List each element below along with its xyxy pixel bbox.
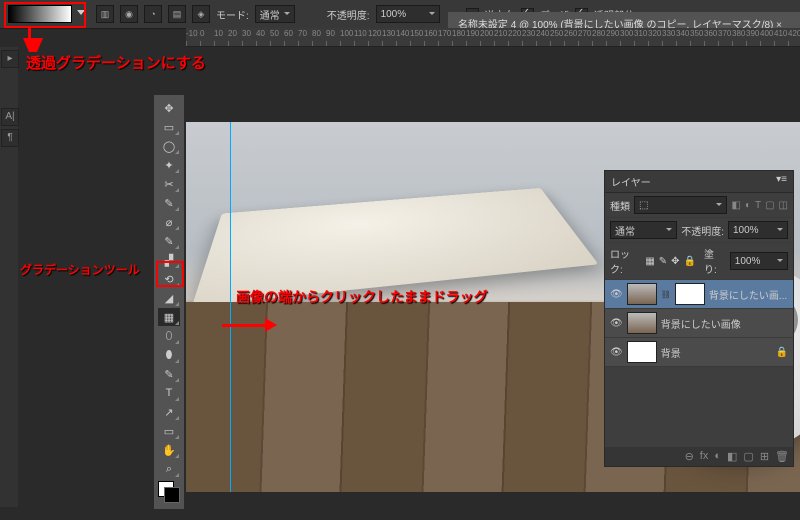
history-brush-tool-icon[interactable]: ⟲ [158,270,180,288]
filter-kind-select[interactable]: ⬚ [634,196,727,214]
color-swatches[interactable] [158,481,180,503]
guide-line[interactable] [230,122,231,492]
visibility-icon[interactable]: 👁 [610,347,623,358]
healing-tool-icon[interactable]: ⌀ [158,213,180,231]
annotation-text-left: グラデーションツール [20,261,140,278]
annotation-arrow-down [23,38,43,52]
mode-label: モード: [216,7,249,22]
lock-all-icon[interactable]: 🔒 [684,256,696,267]
opacity-label: 不透明度: [327,7,370,22]
linear-gradient-icon[interactable]: ▥ [96,5,114,23]
lock-label: ロック: [610,246,641,276]
filter-type-icon[interactable]: T [755,200,761,211]
marquee-tool-icon[interactable]: ▭ [158,118,180,136]
fill-label: 塗り: [704,246,726,276]
visibility-icon[interactable]: 👁 [610,289,623,300]
layer-row[interactable]: 👁 背景にしたい画像 [605,309,793,338]
layers-empty-area [605,367,793,447]
shape-tool-icon[interactable]: ▭ [158,422,180,440]
paragraph-panel-icon[interactable]: ¶ [1,129,19,147]
filter-kind-label: 種類 [610,198,630,213]
lock-trans-icon[interactable]: ▦ [645,256,654,267]
lock-pos-icon[interactable]: ✥ [671,256,679,267]
filter-shape-icon[interactable]: ▢ [765,200,774,211]
add-mask-icon[interactable]: ◐ [714,450,721,463]
blend-mode-select[interactable]: 通常 [610,221,677,239]
lock-icon: 🔒 [776,347,788,358]
layer-row[interactable]: 👁 背景 🔒 [605,338,793,367]
crop-tool-icon[interactable]: ✂ [158,175,180,193]
character-panel-icon[interactable]: A| [1,108,19,126]
gradient-tool-icon[interactable]: ▦ [158,308,180,326]
layer-name[interactable]: 背景にしたい画... [709,287,787,302]
adjustment-layer-icon[interactable]: ◧ [727,450,737,463]
layers-panel: レイヤー ▾≡ 種類 ⬚ ◧ ◐ T ▢ ◫ 通常 不透明度: 100% ロック:… [604,170,794,467]
fill-field[interactable]: 100% [730,252,788,270]
pen-tool-icon[interactable]: ✎ [158,365,180,383]
eyedropper-tool-icon[interactable]: ✎ [158,194,180,212]
layer-thumb[interactable] [627,312,657,334]
move-tool-icon[interactable]: ✥ [158,99,180,117]
lock-pixel-icon[interactable]: ✎ [659,256,667,267]
gradient-preset-thumb[interactable] [8,5,72,23]
visibility-icon[interactable]: 👁 [610,318,623,329]
filter-pixel-icon[interactable]: ◧ [731,200,740,211]
mask-thumb[interactable] [675,283,705,305]
collapse-icon[interactable]: ▸ [1,50,19,68]
annotation-text-top: 透過グラデーションにする [26,52,206,73]
diamond-gradient-icon[interactable]: ◈ [192,5,210,23]
panel-menu-icon[interactable]: ▾≡ [776,174,787,189]
layer-opacity-field[interactable]: 100% [728,221,788,239]
layer-row[interactable]: 👁 ⛓ 背景にしたい画... [605,280,793,309]
eraser-tool-icon[interactable]: ◢ [158,289,180,307]
reflected-gradient-icon[interactable]: ▤ [168,5,186,23]
layer-name[interactable]: 背景にしたい画像 [661,316,741,331]
stamp-tool-icon[interactable]: ▞ [158,251,180,269]
new-layer-icon[interactable]: ⊞ [760,450,769,463]
dodge-tool-icon[interactable]: ⬮ [158,346,180,364]
filter-smart-icon[interactable]: ◫ [779,200,788,211]
zoom-tool-icon[interactable]: ⌕ [158,460,180,478]
trash-icon[interactable]: 🗑 [775,450,789,463]
layer-thumb[interactable] [627,341,657,363]
angle-gradient-icon[interactable]: ◔ [144,5,162,23]
layer-opacity-label: 不透明度: [681,223,724,238]
layers-panel-title: レイヤー [611,174,651,189]
link-layers-icon[interactable]: ⊖ [685,450,694,463]
tools-panel: ✥ ▭ ◯ ✦ ✂ ✎ ⌀ ✎ ▞ ⟲ ◢ ▦ ⬯ ⬮ ✎ T ↗ ▭ ✋ ⌕ [153,94,185,510]
layers-footer: ⊖ fx ◐ ◧ ▢ ⊞ 🗑 [605,447,793,466]
layer-fx-icon[interactable]: fx [700,450,709,463]
filter-adjust-icon[interactable]: ◐ [745,200,751,211]
annotation-arrow-right [222,324,272,327]
layer-name[interactable]: 背景 [661,345,681,360]
opacity-field[interactable]: 100% [376,5,440,23]
magic-wand-tool-icon[interactable]: ✦ [158,156,180,174]
blend-mode-select[interactable]: 通常 [255,5,295,23]
path-select-tool-icon[interactable]: ↗ [158,403,180,421]
annotation-text-center: 画像の端からクリックしたままドラッグ [236,287,488,307]
radial-gradient-icon[interactable]: ◉ [120,5,138,23]
link-icon: ⛓ [661,290,671,299]
hand-tool-icon[interactable]: ✋ [158,441,180,459]
panel-dock-left: ▸ A| ¶ [0,47,18,507]
ruler-horizontal: -100102030405060708090100110120130140150… [186,28,800,47]
layer-thumb[interactable] [627,283,657,305]
brush-tool-icon[interactable]: ✎ [158,232,180,250]
blur-tool-icon[interactable]: ⬯ [158,327,180,345]
type-tool-icon[interactable]: T [158,384,180,402]
lasso-tool-icon[interactable]: ◯ [158,137,180,155]
group-icon[interactable]: ▢ [743,450,753,463]
